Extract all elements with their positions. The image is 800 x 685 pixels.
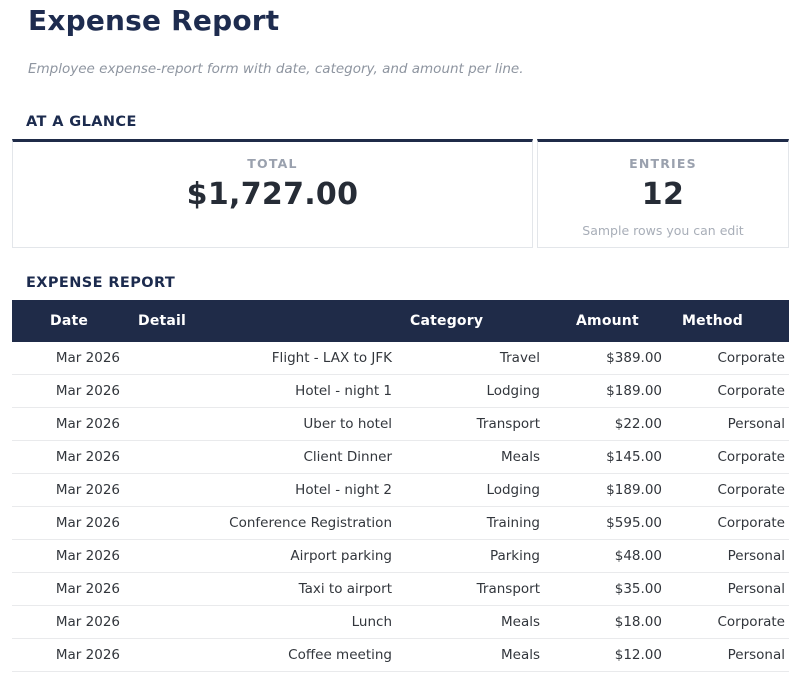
column-header-amount: Amount xyxy=(552,300,674,342)
cell-category[interactable]: Meals xyxy=(402,441,552,474)
stat-label-total: TOTAL xyxy=(13,156,532,171)
cell-method[interactable]: Corporate xyxy=(674,606,789,639)
glance-section-heading: AT A GLANCE xyxy=(26,114,800,130)
cell-detail[interactable]: Client Dinner xyxy=(130,441,402,474)
cell-method[interactable]: Corporate xyxy=(674,441,789,474)
report-section-heading: EXPENSE REPORT xyxy=(26,275,800,291)
table-row[interactable]: Mar 2026Coffee meetingMeals$12.00Persona… xyxy=(12,639,789,672)
cell-detail[interactable]: Flight - LAX to JFK xyxy=(130,342,402,375)
cell-method[interactable]: Corporate xyxy=(674,474,789,507)
cell-amount[interactable]: $22.00 xyxy=(552,408,674,441)
cell-amount[interactable]: $595.00 xyxy=(552,507,674,540)
cell-detail[interactable]: Coffee meeting xyxy=(130,639,402,672)
cell-amount[interactable]: $12.00 xyxy=(552,639,674,672)
cell-detail[interactable]: Uber to hotel xyxy=(130,408,402,441)
cell-category[interactable]: Meals xyxy=(402,606,552,639)
cell-category[interactable]: Training xyxy=(402,507,552,540)
cell-amount[interactable]: $18.00 xyxy=(552,606,674,639)
cell-amount[interactable]: $48.00 xyxy=(552,540,674,573)
cell-date[interactable]: Mar 2026 xyxy=(12,375,130,408)
cell-date[interactable]: Mar 2026 xyxy=(12,507,130,540)
cell-detail[interactable]: Lunch xyxy=(130,606,402,639)
cell-date[interactable]: Mar 2026 xyxy=(12,606,130,639)
column-header-date: Date xyxy=(12,300,130,342)
cell-method[interactable]: Personal xyxy=(674,573,789,606)
cell-date[interactable]: Mar 2026 xyxy=(12,639,130,672)
header-row: Date Detail Category Amount Method xyxy=(12,300,789,342)
cell-amount[interactable]: $189.00 xyxy=(552,375,674,408)
cell-amount[interactable]: $145.00 xyxy=(552,441,674,474)
cell-category[interactable]: Lodging xyxy=(402,375,552,408)
cell-detail[interactable]: Taxi to airport xyxy=(130,573,402,606)
column-header-method: Method xyxy=(674,300,789,342)
cell-detail[interactable]: Hotel - night 2 xyxy=(130,474,402,507)
table-row[interactable]: Mar 2026Conference RegistrationTraining$… xyxy=(12,507,789,540)
table-row[interactable]: Mar 2026LunchMeals$18.00Corporate xyxy=(12,606,789,639)
cell-category[interactable]: Transport xyxy=(402,408,552,441)
cell-method[interactable]: Corporate xyxy=(674,342,789,375)
cell-category[interactable]: Parking xyxy=(402,540,552,573)
cell-method[interactable]: Corporate xyxy=(674,375,789,408)
table-row[interactable]: Mar 2026Hotel - night 1Lodging$189.00Cor… xyxy=(12,375,789,408)
page-title: Expense Report xyxy=(28,6,800,37)
cell-detail[interactable]: Hotel - night 1 xyxy=(130,375,402,408)
cell-method[interactable]: Personal xyxy=(674,639,789,672)
cell-date[interactable]: Mar 2026 xyxy=(12,441,130,474)
cell-date[interactable]: Mar 2026 xyxy=(12,474,130,507)
table-row[interactable]: Mar 2026Taxi to airportTransport$35.00Pe… xyxy=(12,573,789,606)
stat-label-entries: ENTRIES xyxy=(538,156,788,171)
cell-detail[interactable]: Conference Registration xyxy=(130,507,402,540)
cell-method[interactable]: Personal xyxy=(674,408,789,441)
table-row[interactable]: Mar 2026Uber to hotelTransport$22.00Pers… xyxy=(12,408,789,441)
cell-method[interactable]: Corporate xyxy=(674,507,789,540)
cell-method[interactable]: Personal xyxy=(674,540,789,573)
column-header-detail: Detail xyxy=(130,300,402,342)
table-row[interactable]: Mar 2026Client DinnerMeals$145.00Corpora… xyxy=(12,441,789,474)
stat-value-total: $1,727.00 xyxy=(13,177,532,212)
cell-category[interactable]: Lodging xyxy=(402,474,552,507)
cell-category[interactable]: Meals xyxy=(402,639,552,672)
stat-card-total: TOTAL $1,727.00 xyxy=(12,139,533,248)
cell-date[interactable]: Mar 2026 xyxy=(12,540,130,573)
stat-note-entries: Sample rows you can edit xyxy=(538,223,788,238)
cell-date[interactable]: Mar 2026 xyxy=(12,342,130,375)
cell-date[interactable]: Mar 2026 xyxy=(12,408,130,441)
stat-cards: TOTAL $1,727.00 ENTRIES 12 Sample rows y… xyxy=(12,139,789,248)
expense-table-body: Mar 2026Flight - LAX to JFKTravel$389.00… xyxy=(12,342,789,672)
cell-amount[interactable]: $35.00 xyxy=(552,573,674,606)
expense-table: Date Detail Category Amount Method Mar 2… xyxy=(12,300,789,673)
cell-amount[interactable]: $189.00 xyxy=(552,474,674,507)
table-row[interactable]: Mar 2026Flight - LAX to JFKTravel$389.00… xyxy=(12,342,789,375)
column-header-category: Category xyxy=(402,300,552,342)
cell-category[interactable]: Travel xyxy=(402,342,552,375)
cell-amount[interactable]: $389.00 xyxy=(552,342,674,375)
page-subtitle: Employee expense-report form with date, … xyxy=(28,61,800,77)
stat-value-entries: 12 xyxy=(538,177,788,212)
expense-table-header: Date Detail Category Amount Method xyxy=(12,300,789,342)
table-row[interactable]: Mar 2026Airport parkingParking$48.00Pers… xyxy=(12,540,789,573)
cell-category[interactable]: Transport xyxy=(402,573,552,606)
stat-card-entries: ENTRIES 12 Sample rows you can edit xyxy=(537,139,789,248)
cell-date[interactable]: Mar 2026 xyxy=(12,573,130,606)
cell-detail[interactable]: Airport parking xyxy=(130,540,402,573)
table-row[interactable]: Mar 2026Hotel - night 2Lodging$189.00Cor… xyxy=(12,474,789,507)
